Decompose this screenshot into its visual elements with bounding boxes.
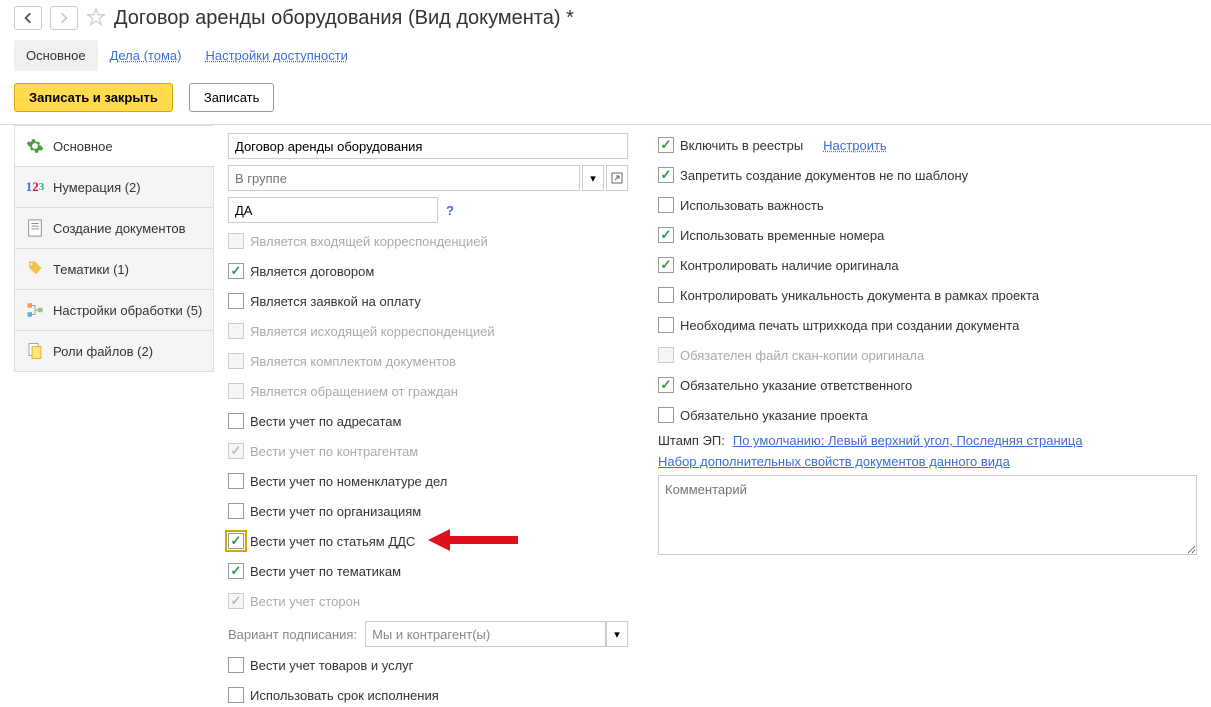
sign-variant-dropdown-button[interactable]: ▾ (606, 621, 628, 647)
cb-require-scan-copy (658, 347, 674, 363)
configure-registries-link[interactable]: Настроить (823, 138, 887, 153)
cb-control-unique-label[interactable]: Контролировать уникальность документа в … (680, 288, 1039, 303)
cb-parties-label: Вести учет сторон (250, 594, 360, 609)
sidetab-processing[interactable]: Настройки обработки (5) (14, 289, 214, 330)
sidetab-label: Тематики (1) (53, 262, 129, 277)
cb-goods-services[interactable] (228, 657, 244, 673)
cb-contract-label[interactable]: Является договором (250, 264, 374, 279)
cb-incoming (228, 233, 244, 249)
arrow-right-icon (58, 12, 70, 24)
tab-cases[interactable]: Дела (тома) (98, 40, 194, 71)
sidetab-creation[interactable]: Создание документов (14, 207, 214, 248)
tab-main[interactable]: Основное (14, 40, 98, 71)
cb-counterparties-label: Вести учет по контрагентам (250, 444, 418, 459)
save-and-close-button[interactable]: Записать и закрыть (14, 83, 173, 112)
sidetab-main[interactable]: Основное (14, 125, 214, 166)
name-input[interactable] (228, 133, 628, 159)
favorite-star-icon[interactable] (86, 7, 106, 30)
cb-dds-articles-label[interactable]: Вести учет по статьям ДДС (250, 534, 415, 549)
cb-require-responsible[interactable] (658, 377, 674, 393)
code-input[interactable] (228, 197, 438, 223)
help-icon[interactable]: ? (446, 203, 454, 218)
cb-doc-set-label: Является комплектом документов (250, 354, 456, 369)
cb-by-topics[interactable] (228, 563, 244, 579)
cb-organizations-label[interactable]: Вести учет по организациям (250, 504, 421, 519)
sidetab-label: Нумерация (2) (53, 180, 141, 195)
cb-forbid-non-template-label[interactable]: Запретить создание документов не по шабл… (680, 168, 968, 183)
sidetab-label: Основное (53, 139, 113, 154)
group-input[interactable] (228, 165, 580, 191)
numbering-icon: 123 (25, 177, 45, 197)
page-title: Договор аренды оборудования (Вид докумен… (114, 7, 574, 30)
cb-case-nomenclature-label[interactable]: Вести учет по номенклатуре дел (250, 474, 447, 489)
cb-require-project[interactable] (658, 407, 674, 423)
red-arrow-annotation (428, 525, 518, 555)
cb-addressees[interactable] (228, 413, 244, 429)
sidetab-label: Создание документов (53, 221, 186, 236)
cb-dds-articles[interactable] (228, 533, 244, 549)
cb-case-nomenclature[interactable] (228, 473, 244, 489)
group-dropdown-button[interactable]: ▾ (582, 165, 604, 191)
sidetab-topics[interactable]: Тематики (1) (14, 248, 214, 289)
cb-control-unique[interactable] (658, 287, 674, 303)
cb-goods-services-label[interactable]: Вести учет товаров и услуг (250, 658, 413, 673)
cb-counterparties (228, 443, 244, 459)
cb-outgoing (228, 323, 244, 339)
comment-textarea[interactable] (658, 475, 1197, 555)
cb-need-barcode-label[interactable]: Необходима печать штрихкода при создании… (680, 318, 1019, 333)
nav-back-button[interactable] (14, 6, 42, 30)
cb-require-responsible-label[interactable]: Обязательно указание ответственного (680, 378, 912, 393)
processing-icon (25, 300, 45, 320)
sidetab-file-roles[interactable]: Роли файлов (2) (14, 330, 214, 372)
cb-incoming-label: Является входящей корреспонденцией (250, 234, 488, 249)
cb-control-original[interactable] (658, 257, 674, 273)
cb-include-registries[interactable] (658, 137, 674, 153)
cb-require-scan-copy-label: Обязателен файл скан-копии оригинала (680, 348, 924, 363)
cb-use-temp-numbers-label[interactable]: Использовать временные номера (680, 228, 884, 243)
open-icon (611, 172, 623, 184)
cb-parties (228, 593, 244, 609)
arrow-left-icon (22, 12, 34, 24)
cb-use-importance-label[interactable]: Использовать важность (680, 198, 824, 213)
cb-contract[interactable] (228, 263, 244, 279)
sidetab-label: Настройки обработки (5) (53, 303, 202, 318)
cb-use-importance[interactable] (658, 197, 674, 213)
sidetab-numbering[interactable]: 123 Нумерация (2) (14, 166, 214, 207)
group-open-button[interactable] (606, 165, 628, 191)
cb-due-date-label[interactable]: Использовать срок исполнения (250, 688, 439, 703)
stamp-link[interactable]: По умолчанию: Левый верхний угол, Послед… (733, 433, 1083, 448)
additional-props-link[interactable]: Набор дополнительных свойств документов … (658, 454, 1010, 469)
cb-require-project-label[interactable]: Обязательно указание проекта (680, 408, 868, 423)
sign-variant-select[interactable] (365, 621, 606, 647)
cb-doc-set (228, 353, 244, 369)
save-button[interactable]: Записать (189, 83, 275, 112)
nav-forward-button[interactable] (50, 6, 78, 30)
sidetab-label: Роли файлов (2) (53, 344, 153, 359)
cb-pay-request-label[interactable]: Является заявкой на оплату (250, 294, 421, 309)
cb-due-date[interactable] (228, 687, 244, 703)
file-roles-icon (25, 341, 45, 361)
tab-access-settings[interactable]: Настройки доступности (193, 40, 359, 71)
cb-forbid-non-template[interactable] (658, 167, 674, 183)
cb-outgoing-label: Является исходящей корреспонденцией (250, 324, 495, 339)
cb-include-registries-label[interactable]: Включить в реестры (680, 138, 803, 153)
cb-citizen-appeal-label: Является обращением от граждан (250, 384, 458, 399)
cb-addressees-label[interactable]: Вести учет по адресатам (250, 414, 401, 429)
stamp-label: Штамп ЭП: (658, 433, 725, 448)
cb-citizen-appeal (228, 383, 244, 399)
gear-icon (25, 136, 45, 156)
cb-control-original-label[interactable]: Контролировать наличие оригинала (680, 258, 899, 273)
cb-organizations[interactable] (228, 503, 244, 519)
tag-icon (25, 259, 45, 279)
document-icon (25, 218, 45, 238)
sign-variant-label: Вариант подписания: (228, 627, 357, 642)
cb-by-topics-label[interactable]: Вести учет по тематикам (250, 564, 401, 579)
cb-need-barcode[interactable] (658, 317, 674, 333)
cb-use-temp-numbers[interactable] (658, 227, 674, 243)
cb-pay-request[interactable] (228, 293, 244, 309)
